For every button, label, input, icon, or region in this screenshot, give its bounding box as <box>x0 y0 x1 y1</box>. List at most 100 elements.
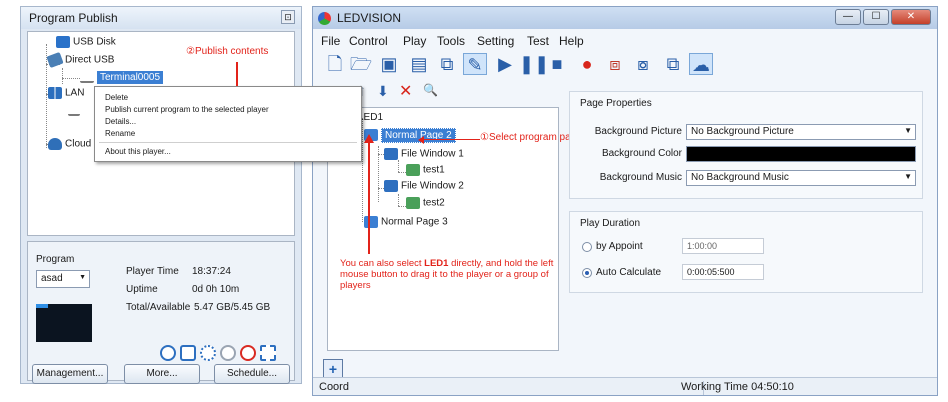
move-down-icon[interactable]: ⬇ <box>377 83 389 100</box>
by-appoint-field[interactable]: 1:00:00 <box>682 238 764 254</box>
save-icon[interactable]: ▣ <box>377 53 401 75</box>
menu-control[interactable]: Control <box>349 34 388 48</box>
menu-item-delete[interactable]: Delete <box>105 93 128 102</box>
management-button[interactable]: Management... <box>32 364 108 384</box>
terminal-icon <box>68 104 80 116</box>
context-menu: Delete Publish current program to the se… <box>94 86 362 162</box>
play-duration-title: Play Duration <box>580 218 641 229</box>
image-icon <box>406 197 420 209</box>
program-publish-panel: Program Publish ⊡ USB Disk Direct USB Te… <box>20 6 302 384</box>
coord-status: Coord <box>319 381 349 393</box>
by-appoint-radio[interactable] <box>582 242 592 252</box>
minimize-button[interactable]: — <box>835 9 861 25</box>
menu-item-rename[interactable]: Rename <box>105 129 135 138</box>
bg-color-swatch[interactable] <box>686 146 916 162</box>
select-arrow-head <box>418 136 424 144</box>
add-program-button[interactable]: + <box>323 359 343 379</box>
tree-item-test1[interactable]: test1 <box>406 164 445 176</box>
ledvision-window: LEDVISION — ☐ ✕ File Control Play Tools … <box>312 6 938 396</box>
tree-item-lan-child[interactable] <box>68 104 83 116</box>
menu-tools[interactable]: Tools <box>437 34 465 48</box>
network-icon <box>48 87 62 99</box>
more-button[interactable]: More... <box>124 364 200 384</box>
chevron-down-icon: ▼ <box>79 274 86 281</box>
delete-icon[interactable]: ✕ <box>399 81 412 101</box>
screen-icon[interactable]: ▤ <box>407 53 431 75</box>
panel-close-button[interactable]: ⊡ <box>281 10 295 24</box>
display-window-icon[interactable]: ⧉ <box>661 53 685 75</box>
stop-icon[interactable]: ■ <box>545 53 569 75</box>
menu-item-publish[interactable]: Publish current program to the selected … <box>105 105 269 114</box>
cloud-upload-icon[interactable]: ☁ <box>689 53 713 75</box>
play-duration-group: Play Duration by Appoint 1:00:00 Auto Ca… <box>569 211 923 293</box>
tree-item-test2[interactable]: test2 <box>406 197 445 209</box>
edit-icon[interactable]: ✎ <box>463 53 487 75</box>
bg-picture-select[interactable]: No Background Picture ▼ <box>686 124 916 140</box>
panel-title: Program Publish <box>21 7 301 29</box>
tree-item-terminal[interactable]: Terminal0005 <box>80 70 164 84</box>
tree-item-direct-usb[interactable]: Direct USB <box>46 51 114 69</box>
usb-icon <box>56 36 70 48</box>
program-label: Program <box>36 254 75 265</box>
menu-separator <box>99 142 357 143</box>
program-preview <box>36 304 92 342</box>
gear-icon[interactable] <box>200 345 216 361</box>
by-appoint-label: by Appoint <box>596 241 643 252</box>
usb-cable-icon <box>46 51 64 69</box>
new-file-icon[interactable]: 🗋 <box>323 53 347 75</box>
tree-item-file-window-2[interactable]: File Window 2 <box>384 180 464 192</box>
capture-window-icon[interactable]: ⧈ <box>603 53 627 75</box>
tree-toolbar: ⇑ ⬇ ✕ 🔍 <box>355 83 505 103</box>
schedule-button[interactable]: Schedule... <box>214 364 290 384</box>
open-folder-icon[interactable]: 🗁 <box>349 53 373 75</box>
window-icon <box>384 148 398 160</box>
drag-arrow-head <box>364 134 374 143</box>
app-logo-icon <box>318 12 331 25</box>
chevron-down-icon: ▼ <box>904 126 912 135</box>
image-window-icon[interactable]: ⧇ <box>631 53 655 75</box>
menu-file[interactable]: File <box>321 34 340 48</box>
chevron-down-icon: ▼ <box>904 172 912 181</box>
play-icon[interactable]: ▶ <box>493 53 517 75</box>
cloud-icon <box>48 138 62 150</box>
maximize-button[interactable]: ☐ <box>863 9 889 25</box>
player-time-value: 18:37:24 <box>192 266 231 277</box>
menu-play[interactable]: Play <box>403 34 426 48</box>
window-layout-icon[interactable]: ⧉ <box>435 53 459 75</box>
working-time-status: Working Time 04:50:10 <box>681 381 794 393</box>
power-icon[interactable] <box>220 345 236 361</box>
tree-item-lan[interactable]: LAN <box>48 87 84 99</box>
shutdown-icon[interactable] <box>240 345 256 361</box>
menu-test[interactable]: Test <box>527 34 549 48</box>
menu-item-details[interactable]: Details... <box>105 117 136 126</box>
auto-calculate-radio[interactable] <box>582 268 592 278</box>
menu-help[interactable]: Help <box>559 34 584 48</box>
volume-icon[interactable] <box>180 345 196 361</box>
tree-item-cloud[interactable]: Cloud <box>48 138 91 150</box>
menu-item-about[interactable]: About this player... <box>105 147 171 156</box>
program-select[interactable]: asad ▼ <box>36 270 90 288</box>
clock-icon[interactable] <box>160 345 176 361</box>
storage-label: Total/Available <box>126 302 191 313</box>
bg-picture-label: Background Picture <box>594 126 682 137</box>
auto-calculate-field[interactable]: 0:00:05:500 <box>682 264 764 280</box>
tree-item-normal-page-3[interactable]: Normal Page 3 <box>364 216 448 228</box>
page-icon <box>364 216 378 228</box>
search-icon[interactable]: 🔍 <box>423 83 438 97</box>
bg-color-label: Background Color <box>601 148 682 159</box>
player-time-label: Player Time <box>126 266 179 277</box>
tree-item-file-window-1[interactable]: File Window 1 <box>384 148 464 160</box>
close-button[interactable]: ✕ <box>891 9 931 25</box>
uptime-label: Uptime <box>126 284 158 295</box>
record-icon[interactable]: ● <box>575 53 599 75</box>
fullscreen-icon[interactable] <box>260 345 276 361</box>
tree-item-usb-disk[interactable]: USB Disk <box>56 36 116 48</box>
bg-music-select[interactable]: No Background Music ▼ <box>686 170 916 186</box>
preview-indicator <box>36 304 48 308</box>
menu-setting[interactable]: Setting <box>477 34 514 48</box>
pause-icon[interactable]: ❚❚ <box>519 53 549 75</box>
drag-arrow <box>368 142 370 254</box>
auto-calculate-label: Auto Calculate <box>596 267 662 278</box>
program-info-box: Program asad ▼ Player Time 18:37:24 Upti… <box>27 241 295 384</box>
uptime-value: 0d 0h 10m <box>192 284 240 295</box>
